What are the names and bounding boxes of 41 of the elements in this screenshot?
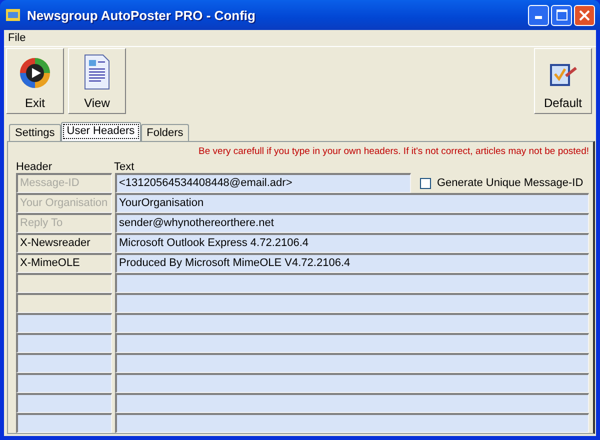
header-field[interactable] [16, 273, 112, 293]
window-title: Newsgroup AutoPoster PRO - Config [27, 8, 256, 22]
text-field[interactable] [115, 293, 589, 313]
checkbox[interactable] [420, 178, 431, 188]
header-field[interactable] [16, 333, 112, 353]
text-field[interactable]: Produced By Microsoft MimeOLE V4.72.2106.4 [115, 253, 589, 273]
header-field[interactable] [16, 313, 112, 333]
text-field[interactable] [115, 353, 589, 373]
view-button[interactable]: View [68, 48, 126, 114]
text-field[interactable] [115, 333, 589, 353]
header-field[interactable] [16, 353, 112, 373]
text-field[interactable]: Microsoft Outlook Express 4.72.2106.4 [115, 233, 589, 253]
tab[interactable]: User Headers [60, 122, 141, 141]
header-field[interactable] [16, 373, 112, 393]
tab[interactable]: Folders [140, 124, 190, 141]
maximize-icon [556, 9, 568, 21]
text-field[interactable] [115, 393, 589, 413]
header-field[interactable]: X-Newsreader [16, 233, 112, 253]
exit-button[interactable]: Exit [6, 48, 64, 114]
text-field[interactable] [115, 373, 589, 393]
warning-text: Be very carefull if you type in your own headers. If it's not correct, articles may not be posted! [198, 145, 589, 159]
header-field[interactable] [16, 413, 112, 433]
maximize-button[interactable] [551, 4, 572, 26]
close-icon [579, 10, 590, 20]
checkbox-label: Generate Unique Message-ID [437, 177, 584, 189]
app-icon [5, 7, 21, 23]
text-field[interactable] [115, 413, 589, 433]
document-icon [83, 54, 111, 90]
header-field[interactable]: X-MimeOLE [16, 253, 112, 273]
close-button[interactable] [574, 4, 595, 26]
header-field[interactable] [16, 393, 112, 413]
minimize-button[interactable] [528, 4, 549, 26]
column-header: Text [114, 162, 134, 173]
play-icon [18, 56, 52, 90]
tab[interactable]: Settings [9, 124, 61, 141]
column-header: Header [16, 162, 54, 173]
text-field[interactable] [115, 313, 589, 333]
text-field[interactable] [115, 273, 589, 293]
menu-item[interactable]: File [4, 32, 30, 44]
header-field[interactable] [16, 293, 112, 313]
default-button[interactable]: Default [534, 48, 592, 114]
